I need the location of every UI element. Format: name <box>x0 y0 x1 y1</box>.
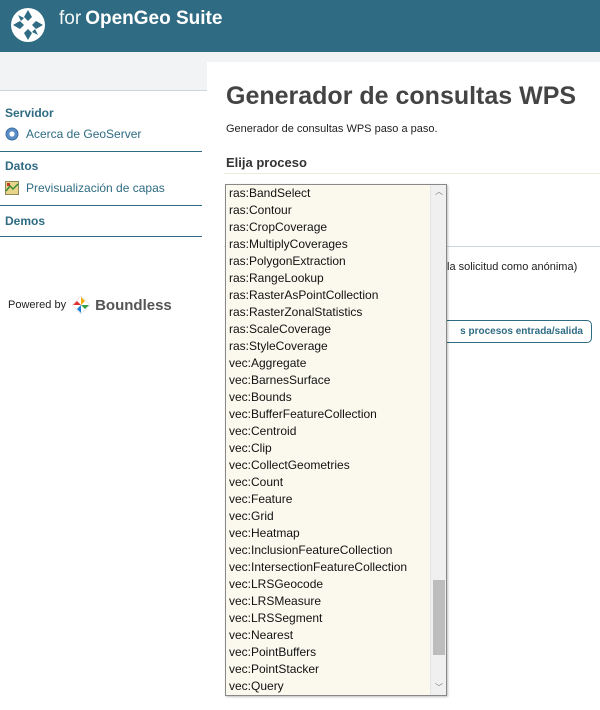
main-top-band <box>207 52 600 62</box>
sidebar-section-servidor: Servidor <box>5 106 54 120</box>
dropdown-scrollbar[interactable]: ︿ ﹀ <box>430 185 446 695</box>
info-icon <box>5 127 19 141</box>
page-title: Generador de consultas WPS <box>226 82 577 110</box>
sidebar: Servidor Acerca de GeoServer Datos Previ… <box>0 52 207 710</box>
process-option[interactable]: ras:RangeLookup <box>226 270 430 287</box>
process-option[interactable]: vec:Count <box>226 474 430 491</box>
process-option[interactable]: ras:RasterAsPointCollection <box>226 287 430 304</box>
process-option[interactable]: ras:CropCoverage <box>226 219 430 236</box>
boundless-logo-icon <box>71 295 91 315</box>
process-option[interactable]: vec:LRSMeasure <box>226 593 430 610</box>
sidebar-divider <box>0 151 202 152</box>
process-option[interactable]: ras:StyleCoverage <box>226 338 430 355</box>
sidebar-link-about[interactable]: Acerca de GeoServer <box>5 127 141 141</box>
process-option[interactable]: vec:LRSSegment <box>226 610 430 627</box>
process-option[interactable]: vec:Nearest <box>226 627 430 644</box>
process-option[interactable]: ras:MultiplyCoverages <box>226 236 430 253</box>
app-header: GeoServer for OpenGeo Suite <box>0 0 600 90</box>
scroll-thumb[interactable] <box>433 580 445 655</box>
anonymous-request-text: la solicitud como anónima) <box>447 261 578 273</box>
section-choose-process: Elija proceso <box>226 155 307 170</box>
process-option[interactable]: ras:Contour <box>226 202 430 219</box>
sidebar-divider <box>0 236 202 237</box>
boundless-brand: Boundless <box>95 296 172 314</box>
sidebar-link-layer-preview[interactable]: Previsualización de capas <box>5 181 165 195</box>
sidebar-section-demos[interactable]: Demos <box>5 214 45 228</box>
sidebar-top-band <box>0 52 207 90</box>
process-option[interactable]: vec:Bounds <box>226 389 430 406</box>
process-option[interactable]: vec:Clip <box>226 440 430 457</box>
process-option[interactable]: ras:PolygonExtraction <box>226 253 430 270</box>
process-dropdown-list[interactable]: ras:BandSelect ras:Contour ras:CropCoverag… <box>225 184 447 696</box>
process-option[interactable]: vec:InclusionFeatureCollection <box>226 542 430 559</box>
process-option[interactable]: vec:Centroid <box>226 423 430 440</box>
sidebar-link-about-label: Acerca de GeoServer <box>26 127 142 141</box>
process-option[interactable]: ras:BandSelect <box>226 185 430 202</box>
brand-for: for <box>59 8 82 29</box>
process-option[interactable]: vec:Aggregate <box>226 355 430 372</box>
brand-title: GeoServer for OpenGeo Suite <box>54 8 395 90</box>
sidebar-link-layer-preview-label: Previsualización de capas <box>26 181 165 195</box>
powered-by-boundless[interactable]: Powered by Boundless <box>8 295 172 315</box>
sidebar-divider <box>0 205 202 206</box>
process-option[interactable]: vec:CollectGeometries <box>226 457 430 474</box>
geoserver-logo-icon[interactable] <box>10 7 46 43</box>
powered-by-label: Powered by <box>8 299 67 311</box>
layer-preview-icon <box>5 181 19 195</box>
process-option[interactable]: ras:RasterZonalStatistics <box>226 304 430 321</box>
process-option[interactable]: vec:PointStacker <box>226 661 430 678</box>
process-option[interactable]: vec:PointBuffers <box>226 644 430 661</box>
process-option[interactable]: vec:BarnesSurface <box>226 372 430 389</box>
process-option[interactable]: vec:Feature <box>226 491 430 508</box>
process-option[interactable]: vec:Grid <box>226 508 430 525</box>
process-option[interactable]: vec:Heatmap <box>226 525 430 542</box>
sidebar-section-datos: Datos <box>5 159 39 173</box>
process-option[interactable]: ras:ScaleCoverage <box>226 321 430 338</box>
describe-process-io-button[interactable]: s procesos entrada/salida <box>439 320 592 343</box>
process-option[interactable]: vec:Query <box>226 678 430 695</box>
scroll-down-arrow-icon[interactable]: ﹀ <box>431 681 446 695</box>
process-options: ras:BandSelect ras:Contour ras:CropCoverag… <box>226 185 430 695</box>
page-description: Generador de consultas WPS paso a paso. <box>226 123 438 135</box>
process-option[interactable]: vec:BufferFeatureCollection <box>226 406 430 423</box>
brand-suite: OpenGeo Suite <box>85 8 223 29</box>
process-option[interactable]: vec:LRSGeocode <box>226 576 430 593</box>
scroll-up-arrow-icon[interactable]: ︿ <box>431 185 446 199</box>
process-option[interactable]: vec:IntersectionFeatureCollection <box>226 559 430 576</box>
